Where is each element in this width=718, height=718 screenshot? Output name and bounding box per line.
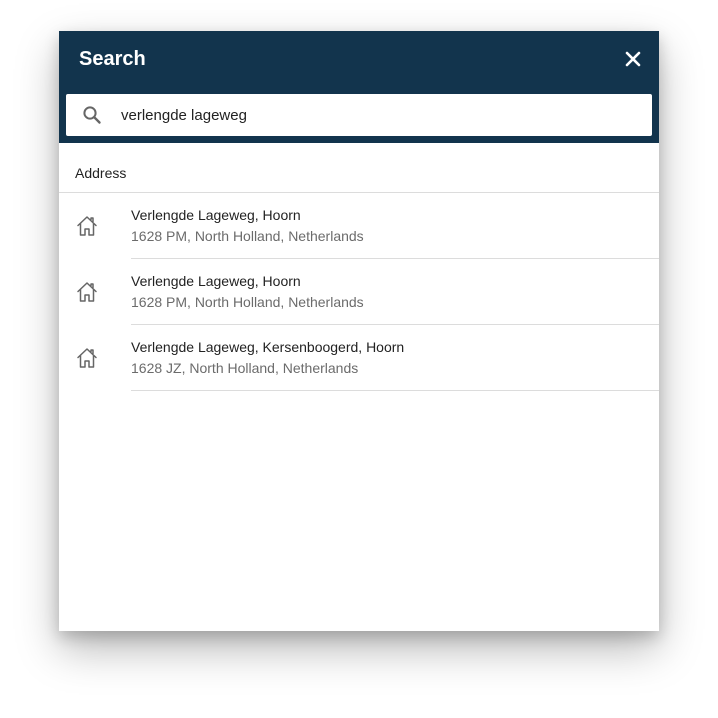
results-list: Verlengde Lageweg, Hoorn 1628 PM, North …: [59, 193, 659, 391]
section-label-address: Address: [75, 165, 127, 181]
list-item[interactable]: Verlengde Lageweg, Kersenboogerd, Hoorn …: [59, 325, 659, 391]
dialog-title: Search: [79, 48, 146, 70]
result-title: Verlengde Lageweg, Hoorn: [131, 273, 301, 289]
close-button[interactable]: [621, 47, 645, 71]
home-icon: [77, 216, 97, 236]
search-box: [66, 94, 652, 136]
result-subtitle: 1628 PM, North Holland, Netherlands: [131, 228, 364, 244]
close-icon: [625, 51, 641, 67]
result-subtitle: 1628 JZ, North Holland, Netherlands: [131, 360, 359, 376]
list-item[interactable]: Verlengde Lageweg, Hoorn 1628 PM, North …: [59, 193, 659, 259]
search-input[interactable]: [121, 94, 641, 136]
dialog-header: Search: [59, 31, 659, 143]
result-subtitle: 1628 PM, North Holland, Netherlands: [131, 294, 364, 310]
search-dialog: Search Address Verlengde Lageweg, Hoorn …: [59, 31, 659, 631]
home-icon: [77, 282, 97, 302]
home-icon: [77, 348, 97, 368]
search-icon: [83, 106, 101, 124]
result-divider: [131, 390, 659, 391]
result-title: Verlengde Lageweg, Kersenboogerd, Hoorn: [131, 339, 405, 355]
list-item[interactable]: Verlengde Lageweg, Hoorn 1628 PM, North …: [59, 259, 659, 325]
result-title: Verlengde Lageweg, Hoorn: [131, 207, 301, 223]
